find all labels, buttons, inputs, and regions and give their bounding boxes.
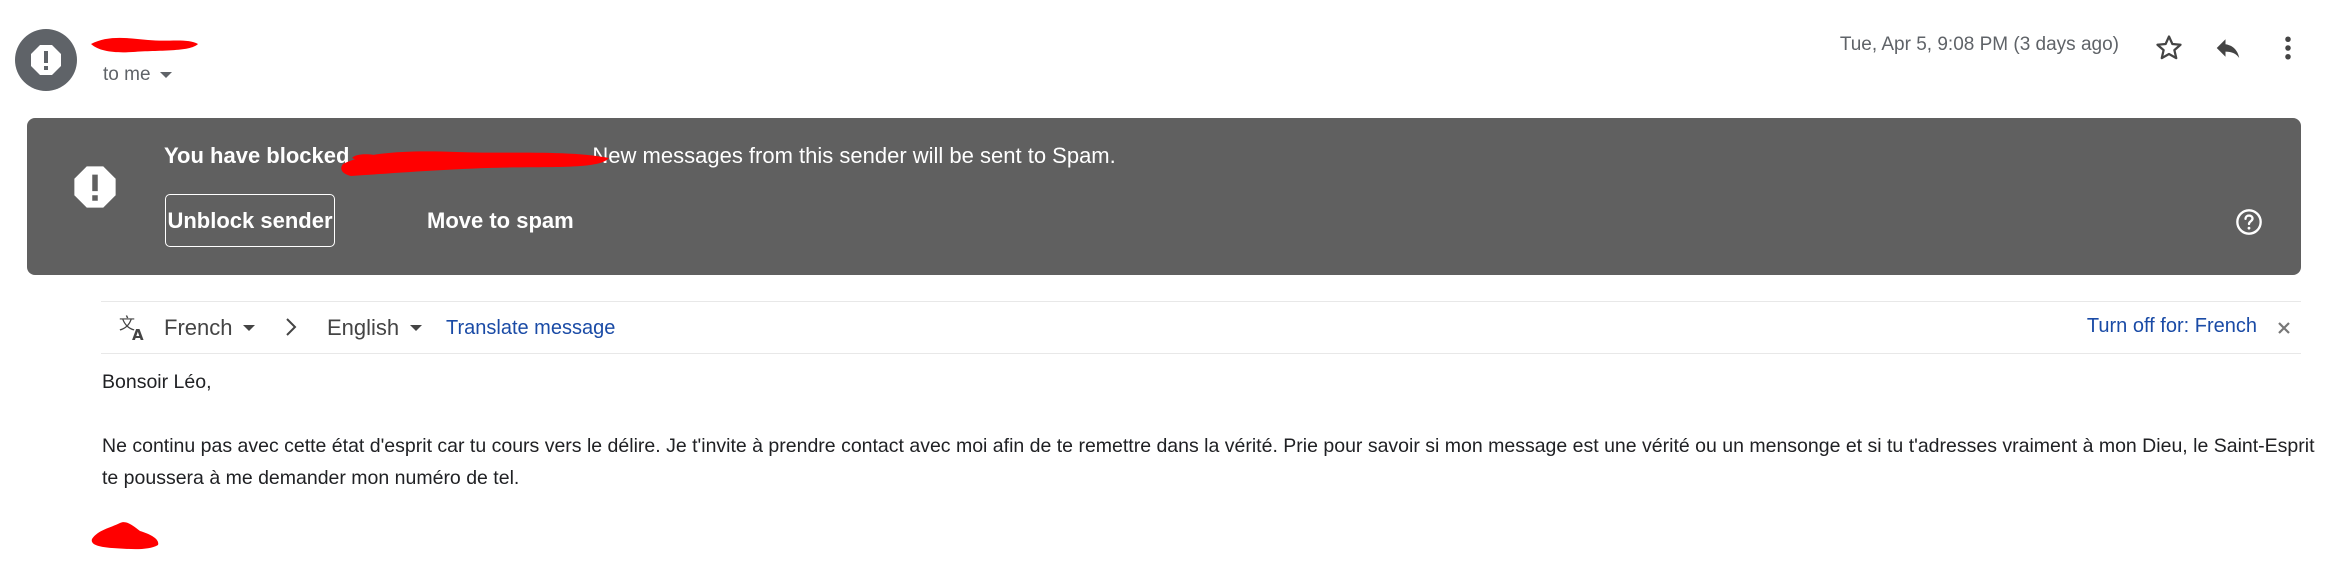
translate-bar: 文 A French English Translate message Tur… [101, 301, 2301, 354]
unblock-sender-button[interactable]: Unblock sender [165, 194, 335, 247]
warning-octagon-icon [74, 166, 116, 208]
redacted-blocked-address [341, 151, 609, 176]
recipient-label: to me [103, 64, 151, 85]
source-language-dropdown[interactable]: French [164, 315, 256, 341]
recipient-dropdown[interactable]: to me [103, 64, 173, 86]
svg-text:A: A [132, 326, 144, 342]
blocked-suffix: New messages from this sender will be se… [592, 143, 1116, 168]
redacted-signature [91, 522, 159, 550]
close-icon[interactable] [2277, 321, 2291, 335]
more-options-button[interactable] [2270, 30, 2306, 66]
redacted-sender-name [91, 37, 198, 53]
source-language-label: French [164, 315, 233, 340]
translate-icon: 文 A [119, 314, 144, 342]
target-language-dropdown[interactable]: English [327, 315, 423, 341]
message-greeting: Bonsoir Léo, [102, 371, 212, 393]
star-icon [2156, 35, 2182, 60]
move-to-spam-button[interactable]: Move to spam [427, 194, 574, 247]
translate-message-link[interactable]: Translate message [446, 317, 615, 340]
caret-down-icon [159, 72, 172, 78]
alert-icon [31, 45, 61, 75]
caret-down-icon [243, 325, 256, 331]
target-language-label: English [327, 315, 400, 340]
turn-off-translation-link[interactable]: Turn off for: French [2087, 315, 2257, 338]
blocked-prefix: You have blocked [164, 143, 350, 168]
star-button[interactable] [2151, 30, 2187, 66]
chevron-right-icon [286, 318, 297, 336]
blocked-message: You have blocked New messages from this s… [164, 143, 1116, 169]
reply-icon [2216, 39, 2240, 58]
help-icon[interactable] [2235, 208, 2263, 236]
sender-avatar[interactable] [15, 29, 77, 91]
more-vert-icon [2285, 36, 2291, 60]
reply-button[interactable] [2210, 30, 2246, 66]
message-date: Tue, Apr 5, 9:08 PM (3 days ago) [1839, 34, 2119, 55]
caret-down-icon [410, 325, 423, 331]
blocked-sender-banner: You have blocked New messages from this s… [27, 118, 2301, 275]
message-body: Ne continu pas avec cette état d'esprit … [102, 435, 2315, 489]
